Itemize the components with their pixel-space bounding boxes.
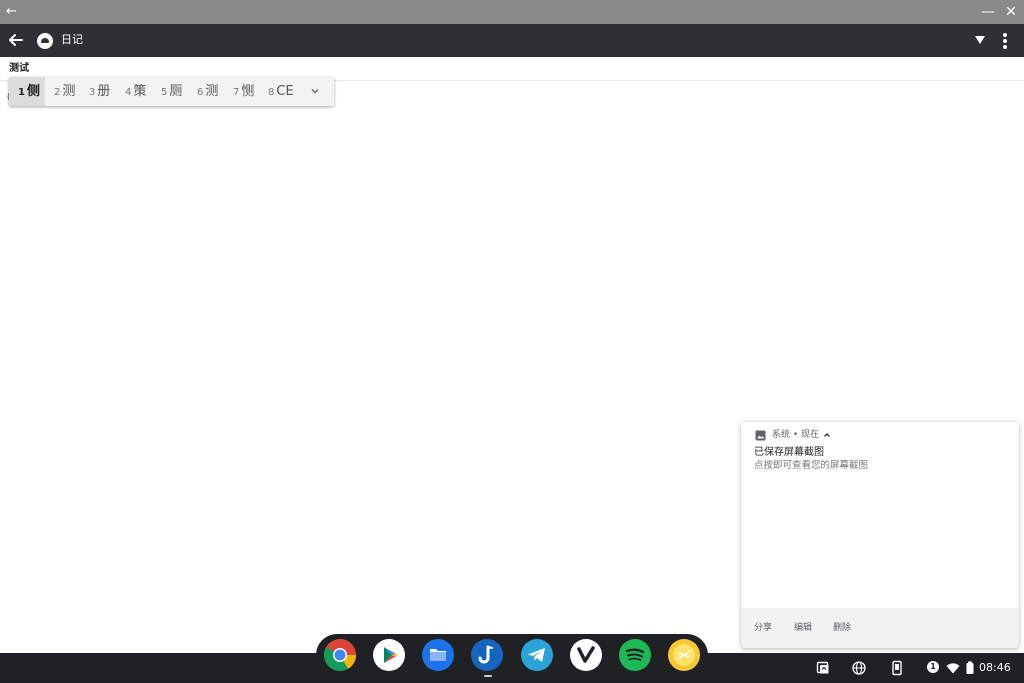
notification-header: 系统 • 现在 [772,430,820,440]
holding-space-icon[interactable] [815,660,831,676]
globe-icon[interactable] [851,660,867,676]
running-indicator [484,675,492,677]
battery-icon[interactable] [962,660,978,676]
play-store-icon[interactable] [372,638,406,672]
notification-count-badge[interactable]: 1 [927,661,939,673]
back-arrow-icon[interactable] [6,30,26,50]
ime-candidate[interactable]: 2测 [54,77,75,106]
share-button[interactable]: 分享 [754,621,772,635]
chevron-down-icon[interactable] [309,85,321,97]
minimize-icon[interactable]: — [980,3,996,21]
wifi-icon[interactable] [945,660,961,676]
notification-title: 已保存屏幕截图 [754,447,824,458]
app-title: 日记 [61,33,83,46]
screen: ← — ✕ 日记 测试 ( 1侧 2测 3册 4策 [0,0,1024,683]
app-toolbar: 日记 [0,24,1024,57]
chrome-icon[interactable] [323,638,357,672]
lemon-icon[interactable] [667,638,701,672]
notification-body: 点按即可查看您的屏幕截图 [754,460,869,471]
image-icon [755,430,766,441]
jota-icon[interactable] [470,638,504,672]
vivaldi-icon[interactable] [569,638,603,672]
notification-actions: 分享 编辑 删除 [741,608,1019,648]
entry-title[interactable]: 测试 [9,62,29,76]
ime-candidate[interactable]: 6测 [197,77,218,106]
delete-button[interactable]: 删除 [833,621,851,635]
close-icon[interactable]: ✕ [1003,3,1019,21]
dropdown-triangle-icon[interactable] [973,34,987,46]
ime-candidate[interactable]: 3册 [89,77,110,106]
phone-hub-icon[interactable] [889,660,905,676]
window-titlebar: ← — ✕ [0,0,1024,24]
files-icon[interactable] [421,638,455,672]
spotify-icon[interactable] [618,638,652,672]
more-vert-icon[interactable] [997,31,1013,51]
ime-candidate-bar: 1侧 2测 3册 4策 5厕 6测 7恻 8 CE [9,77,334,106]
ime-candidate[interactable]: 7恻 [233,77,254,106]
ime-candidate[interactable]: 1侧 [9,77,45,106]
app-logo-icon [37,33,53,49]
clock[interactable]: 08:46 [979,660,1011,676]
telegram-icon[interactable] [520,638,554,672]
ime-candidate[interactable]: 8 CE [268,77,294,106]
chevron-up-icon[interactable] [823,431,831,439]
screenshot-notification[interactable]: 系统 • 现在 已保存屏幕截图 点按即可查看您的屏幕截图 分享 编辑 删除 [741,422,1019,648]
window-back-icon[interactable]: ← [6,3,20,21]
ime-candidate[interactable]: 5厕 [161,77,182,106]
edit-button[interactable]: 编辑 [794,621,812,635]
ime-candidate[interactable]: 4策 [125,77,146,106]
